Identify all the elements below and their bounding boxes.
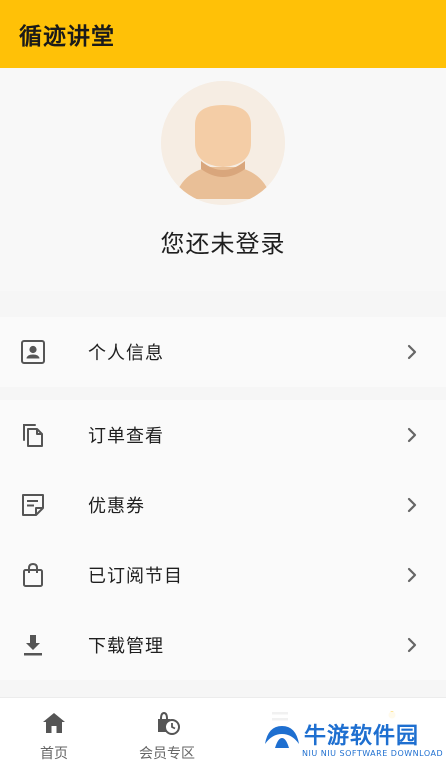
- profile-section: 您还未登录: [0, 68, 446, 291]
- menu-item-downloads[interactable]: 下载管理: [0, 610, 446, 680]
- avatar-placeholder-icon: [161, 81, 285, 205]
- menu-item-label: 订单查看: [88, 426, 164, 447]
- menu-item-label: 下载管理: [88, 636, 164, 657]
- watermark-bull-icon: [265, 726, 299, 748]
- login-prompt[interactable]: 您还未登录: [0, 224, 446, 259]
- tab-member[interactable]: 会员专区: [112, 698, 222, 767]
- menu-item-label: 个人信息: [88, 343, 164, 364]
- coupon-note-icon: [22, 494, 44, 516]
- menu-item-subscriptions[interactable]: 已订阅节目: [0, 540, 446, 610]
- avatar[interactable]: [161, 81, 285, 205]
- contact-card-icon: [21, 340, 45, 364]
- tab-label: 首页: [40, 746, 68, 762]
- watermark-logo: 牛游软件园 NIU NIU SOFTWARE DOWNLOAD: [258, 712, 446, 767]
- chevron-right-icon: [407, 427, 417, 443]
- watermark-subtitle: NIU NIU SOFTWARE DOWNLOAD: [302, 749, 444, 758]
- copy-documents-icon: [23, 424, 43, 447]
- menu-item-orders[interactable]: 订单查看: [0, 400, 446, 470]
- chevron-right-icon: [407, 637, 417, 653]
- app-title: 循迹讲堂: [19, 24, 115, 50]
- home-icon: [43, 713, 65, 733]
- chevron-right-icon: [407, 497, 417, 513]
- menu-group-personal: 个人信息: [0, 317, 446, 387]
- tab-home[interactable]: 首页: [0, 698, 108, 767]
- tab-label: 会员专区: [139, 746, 195, 762]
- menu-item-coupons[interactable]: 优惠券: [0, 470, 446, 540]
- chevron-right-icon: [407, 567, 417, 583]
- chevron-right-icon: [407, 344, 417, 360]
- shopping-bag-icon: [23, 562, 43, 587]
- menu-item-label: 优惠券: [88, 496, 145, 517]
- download-icon: [24, 635, 42, 656]
- menu-item-personal-info[interactable]: 个人信息: [0, 317, 446, 387]
- menu-group-services: 订单查看 优惠券 已订阅节目 下载管理: [0, 400, 446, 680]
- menu-item-label: 已订阅节目: [88, 566, 183, 587]
- member-clock-icon: [158, 711, 180, 735]
- app-header: 循迹讲堂: [0, 0, 446, 68]
- watermark-title: 牛游软件园: [304, 724, 420, 749]
